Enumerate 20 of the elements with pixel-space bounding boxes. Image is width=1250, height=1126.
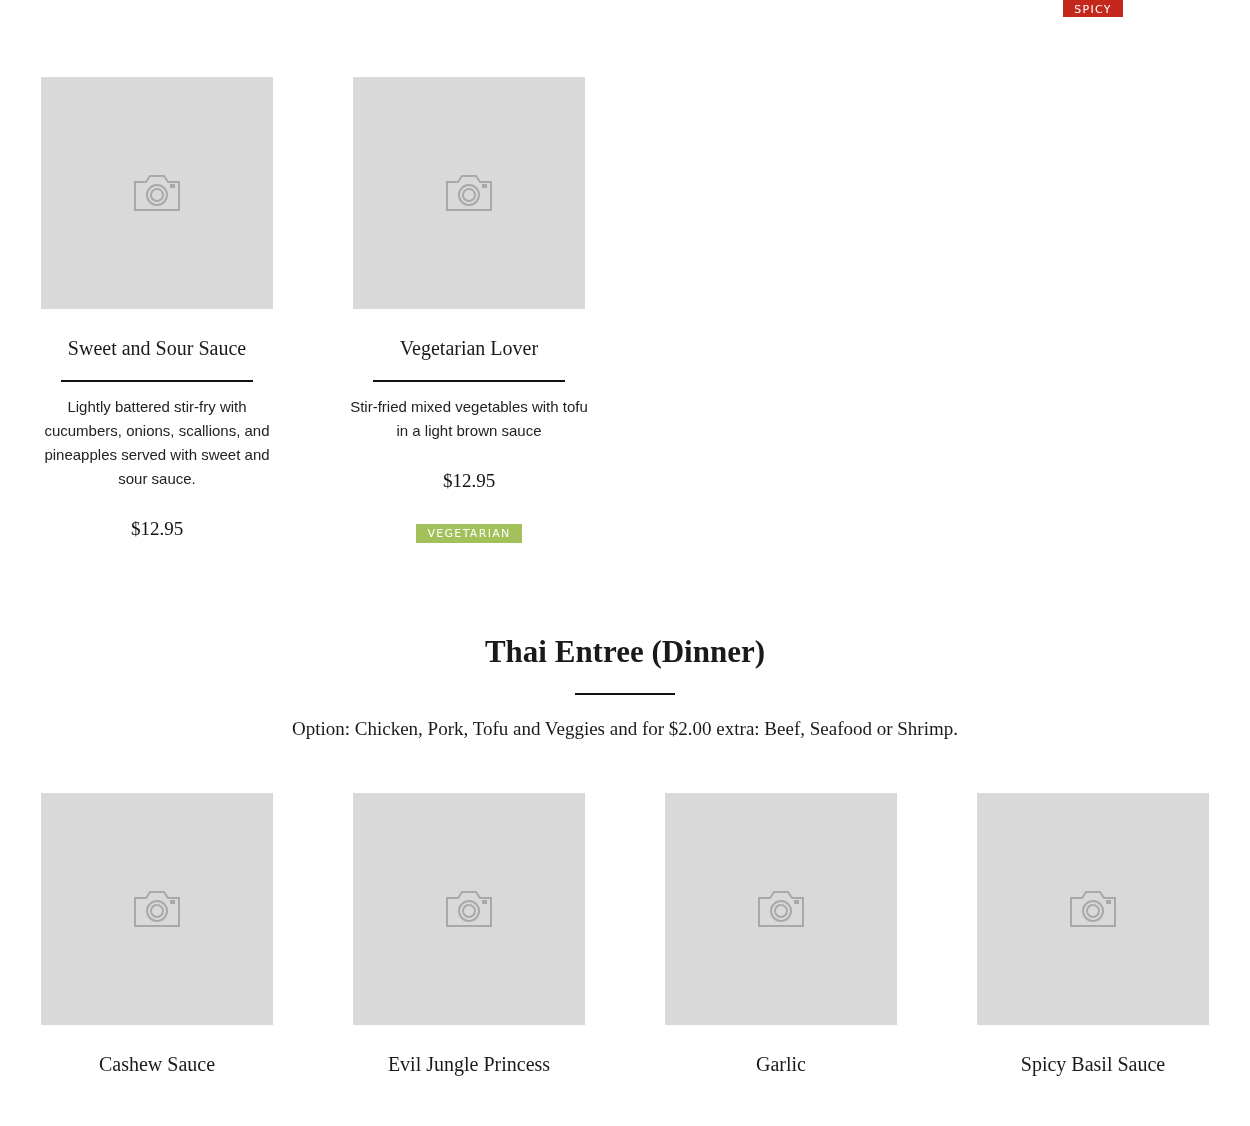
camera-icon (444, 173, 494, 213)
item-name: Garlic (756, 1052, 806, 1077)
item-name: Spicy Basil Sauce (1020, 1052, 1166, 1077)
section-title: Thai Entree (Dinner) (484, 633, 766, 671)
camera-icon (132, 173, 182, 213)
item-price: $12.95 (130, 517, 184, 541)
item-description: Stir-fried mixed vegetables with tofu in a light brown sauce (349, 397, 589, 441)
spicy-tag: SPICY (1063, 0, 1123, 17)
camera-icon (444, 889, 494, 929)
camera-icon (132, 889, 182, 929)
item-name: Evil Jungle Princess (387, 1052, 551, 1077)
item-name: Cashew Sauce (98, 1052, 216, 1077)
camera-icon (756, 889, 806, 929)
camera-icon (1068, 889, 1118, 929)
section-subtitle: Option: Chicken, Pork, Tofu and Veggies and for $2.00 extra: Beef, Seafood or Shrimp. (292, 717, 958, 741)
item-name: Sweet and Sour Sauce (67, 336, 247, 361)
item-price: $12.95 (442, 469, 496, 493)
item-description: Lightly battered stir-fry with cucumbers, onions, scallions, and pineapples served with sweet and sour sauce. (43, 397, 271, 489)
vegetarian-tag: VEGETARIAN (416, 524, 522, 543)
item-name: Vegetarian Lover (399, 336, 539, 361)
